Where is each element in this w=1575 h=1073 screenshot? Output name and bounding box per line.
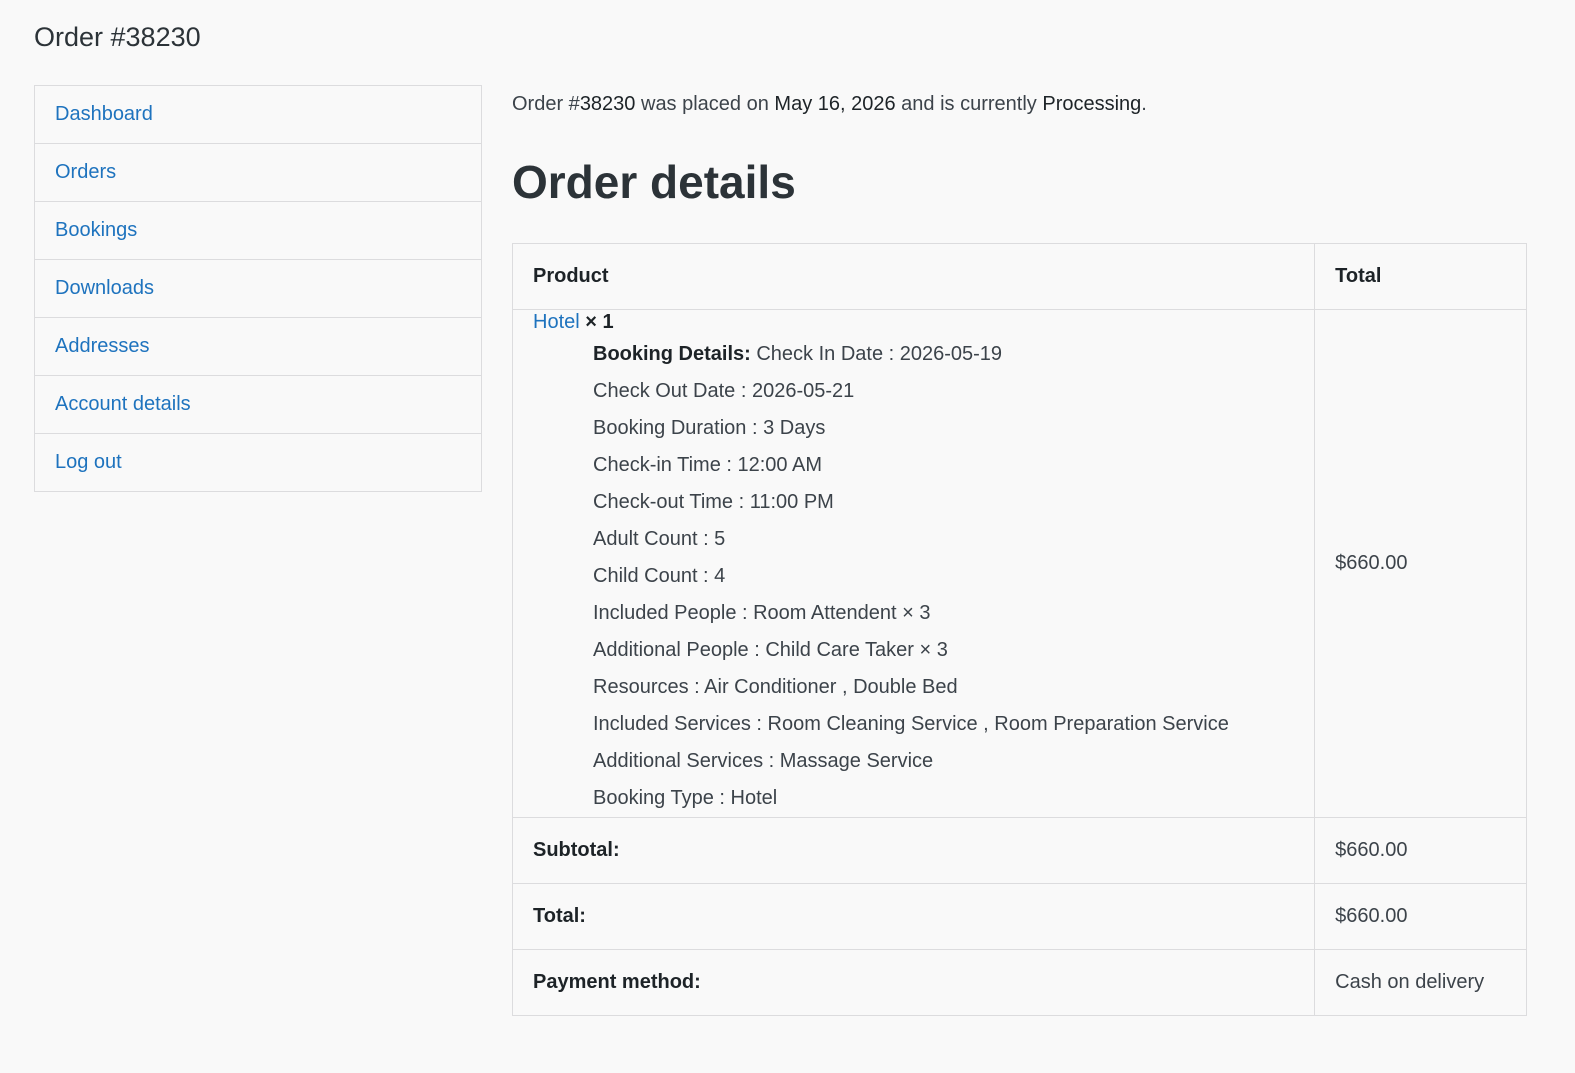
order-date: May 16, 2026: [774, 93, 896, 115]
booking-meta-item: Additional People : Child Care Taker × 3: [593, 639, 948, 661]
column-header-total: Total: [1314, 243, 1527, 310]
nav-item-bookings[interactable]: Bookings: [35, 202, 481, 260]
product-quantity: × 1: [579, 311, 614, 333]
booking-meta-item: Check-in Time : 12:00 AM: [593, 454, 822, 476]
booking-meta-item: Adult Count : 5: [593, 528, 726, 550]
column-header-product: Product: [511, 243, 1316, 310]
booking-meta-item: Check Out Date : 2026-05-21: [593, 380, 855, 402]
booking-meta-item: Booking Type : Hotel: [593, 787, 778, 809]
order-content: Order #38230 was placed on May 16, 2026 …: [511, 90, 1527, 1016]
nav-item-log-out[interactable]: Log out: [35, 434, 481, 491]
subtotal-value: $660.00: [1314, 817, 1527, 884]
total-value: $660.00: [1314, 883, 1527, 950]
nav-item-dashboard[interactable]: Dashboard: [35, 86, 481, 144]
payment-method-value: Cash on delivery: [1314, 949, 1527, 1016]
subtotal-row: Subtotal: $660.00: [511, 817, 1527, 884]
payment-method-label: Payment method:: [511, 949, 1316, 1016]
page-title: Order #38230: [34, 22, 201, 52]
order-details-title: Order details: [512, 156, 796, 208]
order-number: 38230: [579, 93, 636, 115]
booking-meta-item: Included People : Room Attendent × 3: [593, 602, 931, 624]
status-prefix: Order #: [512, 93, 580, 115]
order-item-row: Hotel × 1 Booking Details: Check In Date…: [511, 309, 1527, 818]
booking-meta-item: Included Services : Room Cleaning Servic…: [593, 713, 1229, 735]
booking-meta-item: Check-out Time : 11:00 PM: [593, 491, 834, 513]
nav-item-downloads[interactable]: Downloads: [35, 260, 481, 318]
product-link[interactable]: Hotel: [533, 311, 580, 333]
nav-item-account-details[interactable]: Account details: [35, 376, 481, 434]
total-row: Total: $660.00: [511, 883, 1527, 950]
total-label: Total:: [511, 883, 1316, 950]
booking-meta-item: Additional Services : Massage Service: [593, 750, 934, 772]
status-placed-text: was placed on: [635, 93, 775, 115]
order-status-text: Order #38230 was placed on May 16, 2026 …: [512, 90, 1527, 118]
booking-details-label: Booking Details:: [593, 343, 751, 365]
account-navigation: Dashboard Orders Bookings Downloads Addr…: [34, 85, 482, 492]
order-details-table: Product Total Hotel × 1 Booking Details:…: [511, 243, 1527, 1016]
product-cell: Hotel × 1 Booking Details: Check In Date…: [511, 309, 1316, 818]
nav-item-addresses[interactable]: Addresses: [35, 318, 481, 376]
booking-meta-item: Booking Duration : 3 Days: [593, 417, 826, 439]
status-currently-text: and is currently: [895, 93, 1043, 115]
payment-method-row: Payment method: Cash on delivery: [511, 949, 1527, 1016]
order-state: Processing: [1042, 93, 1142, 115]
booking-meta-item: Child Count : 4: [593, 565, 726, 587]
subtotal-label: Subtotal:: [511, 817, 1316, 884]
nav-item-orders[interactable]: Orders: [35, 144, 481, 202]
status-suffix: .: [1141, 93, 1147, 115]
booking-meta-item: Resources : Air Conditioner , Double Bed: [593, 676, 958, 698]
check-in-date: Check In Date : 2026-05-19: [750, 343, 1003, 365]
item-total: $660.00: [1314, 309, 1527, 818]
booking-meta-list: Booking Details: Check In Date : 2026-05…: [593, 336, 1294, 817]
booking-meta-item: Booking Details: Check In Date : 2026-05…: [593, 336, 1294, 373]
